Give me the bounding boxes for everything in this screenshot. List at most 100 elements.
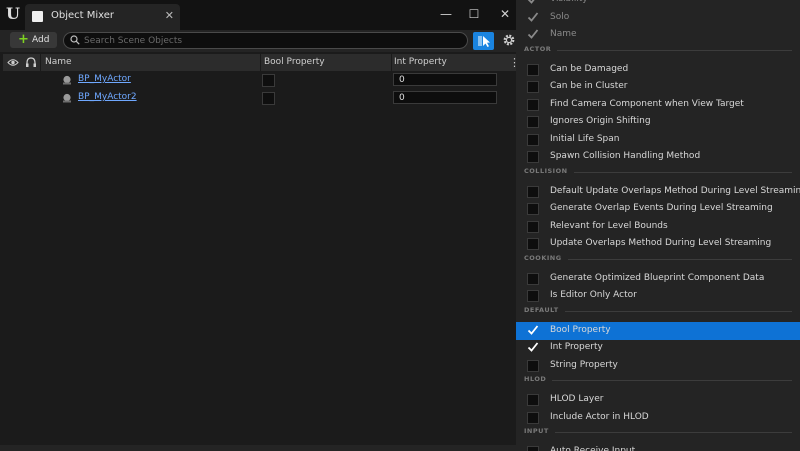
column-separator[interactable] <box>391 54 392 71</box>
checkmark-icon[interactable] <box>526 27 540 41</box>
unchecked-checkbox[interactable] <box>527 238 539 250</box>
gear-icon[interactable] <box>502 33 516 47</box>
unchecked-checkbox[interactable] <box>527 272 539 285</box>
actor-name-link[interactable]: BP_MyActor2 <box>78 92 137 102</box>
filter-button[interactable] <box>473 32 494 50</box>
toolbar: + Add <box>0 30 520 52</box>
menu-item-label: Relevant for Level Bounds <box>550 220 668 231</box>
unchecked-checkbox[interactable] <box>527 220 539 233</box>
menu-item-label: Can be Damaged <box>550 63 629 74</box>
menu-item-label: Can be in Cluster <box>550 81 628 91</box>
menu-item-relevant-for-level-bounds[interactable]: Relevant for Level Bounds <box>516 218 800 236</box>
menu-item-include-actor-in-hlod[interactable]: Include Actor in HLOD <box>516 409 800 427</box>
column-header-bool-property[interactable]: Bool Property <box>264 54 325 71</box>
table-row[interactable]: BP_MyActor 0 <box>3 72 517 89</box>
unchecked-checkbox[interactable] <box>527 185 539 198</box>
column-header-name[interactable]: Name <box>45 54 72 71</box>
menu-item-bool-property[interactable]: Bool Property <box>516 321 800 340</box>
column-header-int-property[interactable]: Int Property <box>394 54 447 71</box>
int-property-field[interactable]: 0 <box>393 91 497 104</box>
actor-icon <box>63 93 71 103</box>
menu-section-collision: COLLISION <box>516 165 800 179</box>
menu-item-initial-life-span[interactable]: Initial Life Span <box>516 131 800 149</box>
bool-property-checkbox[interactable] <box>262 92 275 105</box>
menu-item-label: Solo <box>550 11 570 22</box>
unchecked-checkbox[interactable] <box>527 359 539 372</box>
checkmark-icon[interactable] <box>526 323 540 337</box>
column-separator[interactable] <box>40 54 41 71</box>
unchecked-checkbox[interactable] <box>527 133 539 146</box>
unchecked-checkbox[interactable] <box>527 81 539 93</box>
menu-item-hlod-layer[interactable]: HLOD Layer <box>516 391 800 409</box>
search-icon <box>70 35 80 45</box>
tab-close-icon[interactable]: ✕ <box>165 9 174 22</box>
menu-item-can-be-damaged[interactable]: Can be Damaged <box>516 61 800 79</box>
unchecked-checkbox[interactable] <box>527 394 539 406</box>
unchecked-checkbox[interactable] <box>527 290 539 302</box>
menu-item-label: Is Editor Only Actor <box>550 290 637 300</box>
menu-section-title: HLOD <box>524 375 547 383</box>
menu-item-label: Find Camera Component when View Target <box>550 98 744 109</box>
menu-item-label: Auto Receive Input <box>550 446 636 451</box>
menu-item-label: Generate Optimized Blueprint Component D… <box>550 272 765 283</box>
object-list: Name Bool Property Int Property ⋮ BP_MyA… <box>0 52 520 451</box>
column-separator[interactable] <box>260 54 261 71</box>
column-visibility-menu: Visibility Solo Name ACTOR Can be Damaged Can… <box>516 0 800 451</box>
menu-item-find-camera-component-when-view-target[interactable]: Find Camera Component when View Target <box>516 96 800 114</box>
actor-icon <box>63 75 71 85</box>
int-property-field[interactable]: 0 <box>393 73 497 86</box>
checkmark-icon[interactable] <box>526 340 540 354</box>
tab-object-mixer[interactable]: Object Mixer ✕ <box>25 4 180 30</box>
solo-headphones-icon[interactable] <box>25 57 37 68</box>
minimize-button[interactable]: — <box>436 5 456 23</box>
table-row[interactable]: BP_MyActor2 0 <box>3 90 517 107</box>
menu-section-cooking: COOKING <box>516 252 800 266</box>
menu-item-ignores-origin-shifting[interactable]: Ignores Origin Shifting <box>516 113 800 131</box>
menu-item-string-property[interactable]: String Property <box>516 357 800 375</box>
checkmark-icon[interactable] <box>526 10 540 24</box>
menu-item-generate-optimized-blueprint-component-data[interactable]: Generate Optimized Blueprint Component D… <box>516 270 800 288</box>
add-button-label: Add <box>32 35 50 45</box>
menu-item-is-editor-only-actor[interactable]: Is Editor Only Actor <box>516 287 800 305</box>
menu-section-divider <box>552 380 792 381</box>
unchecked-checkbox[interactable] <box>527 203 539 215</box>
unchecked-checkbox[interactable] <box>527 411 539 424</box>
unchecked-checkbox[interactable] <box>527 98 539 111</box>
maximize-button[interactable]: ☐ <box>464 5 484 23</box>
unchecked-checkbox[interactable] <box>527 446 539 451</box>
menu-item-solo[interactable]: Solo <box>516 9 800 27</box>
search-input[interactable] <box>84 33 454 48</box>
menu-item-name[interactable]: Name <box>516 26 800 44</box>
menu-section-hlod: HLOD <box>516 373 800 387</box>
bool-property-checkbox[interactable] <box>262 74 275 87</box>
add-button[interactable]: + Add <box>10 32 57 48</box>
visibility-eye-icon[interactable] <box>7 58 19 67</box>
checkmark-icon[interactable] <box>526 0 540 6</box>
menu-section-title: ACTOR <box>524 44 552 53</box>
menu-item-label: Name <box>550 29 577 39</box>
object-mixer-tab-icon <box>32 11 43 22</box>
menu-section-divider <box>568 258 792 260</box>
unchecked-checkbox[interactable] <box>527 151 539 163</box>
window-close-button[interactable]: ✕ <box>495 5 515 23</box>
menu-section-divider <box>574 171 792 173</box>
menu-item-update-overlaps-method-during-level-streaming[interactable]: Update Overlaps Method During Level Stre… <box>516 235 800 253</box>
menu-item-can-be-in-cluster[interactable]: Can be in Cluster <box>516 78 800 96</box>
unchecked-checkbox[interactable] <box>527 63 539 76</box>
menu-item-spawn-collision-handling-method[interactable]: Spawn Collision Handling Method <box>516 148 800 166</box>
search-box[interactable] <box>63 32 468 49</box>
menu-item-generate-overlap-events-during-level-streaming[interactable]: Generate Overlap Events During Level Str… <box>516 200 800 218</box>
menu-section-actor: ACTOR <box>516 43 800 57</box>
menu-item-int-property[interactable]: Int Property <box>516 339 800 357</box>
menu-item-label: Generate Overlap Events During Level Str… <box>550 203 773 213</box>
menu-item-label: Include Actor in HLOD <box>550 411 649 422</box>
actor-name-link[interactable]: BP_MyActor <box>78 74 131 84</box>
menu-item-label: Default Update Overlaps Method During Le… <box>550 185 800 196</box>
unchecked-checkbox[interactable] <box>527 116 539 128</box>
table-header: Name Bool Property Int Property ⋮ <box>3 54 520 71</box>
menu-item-label: Initial Life Span <box>550 133 620 144</box>
menu-section-title: COOKING <box>524 253 562 262</box>
menu-item-default-update-overlaps-method-during-level-streaming[interactable]: Default Update Overlaps Method During Le… <box>516 183 800 201</box>
menu-section-divider <box>555 432 792 433</box>
menu-item-auto-receive-input[interactable]: Auto Receive Input <box>516 443 800 451</box>
